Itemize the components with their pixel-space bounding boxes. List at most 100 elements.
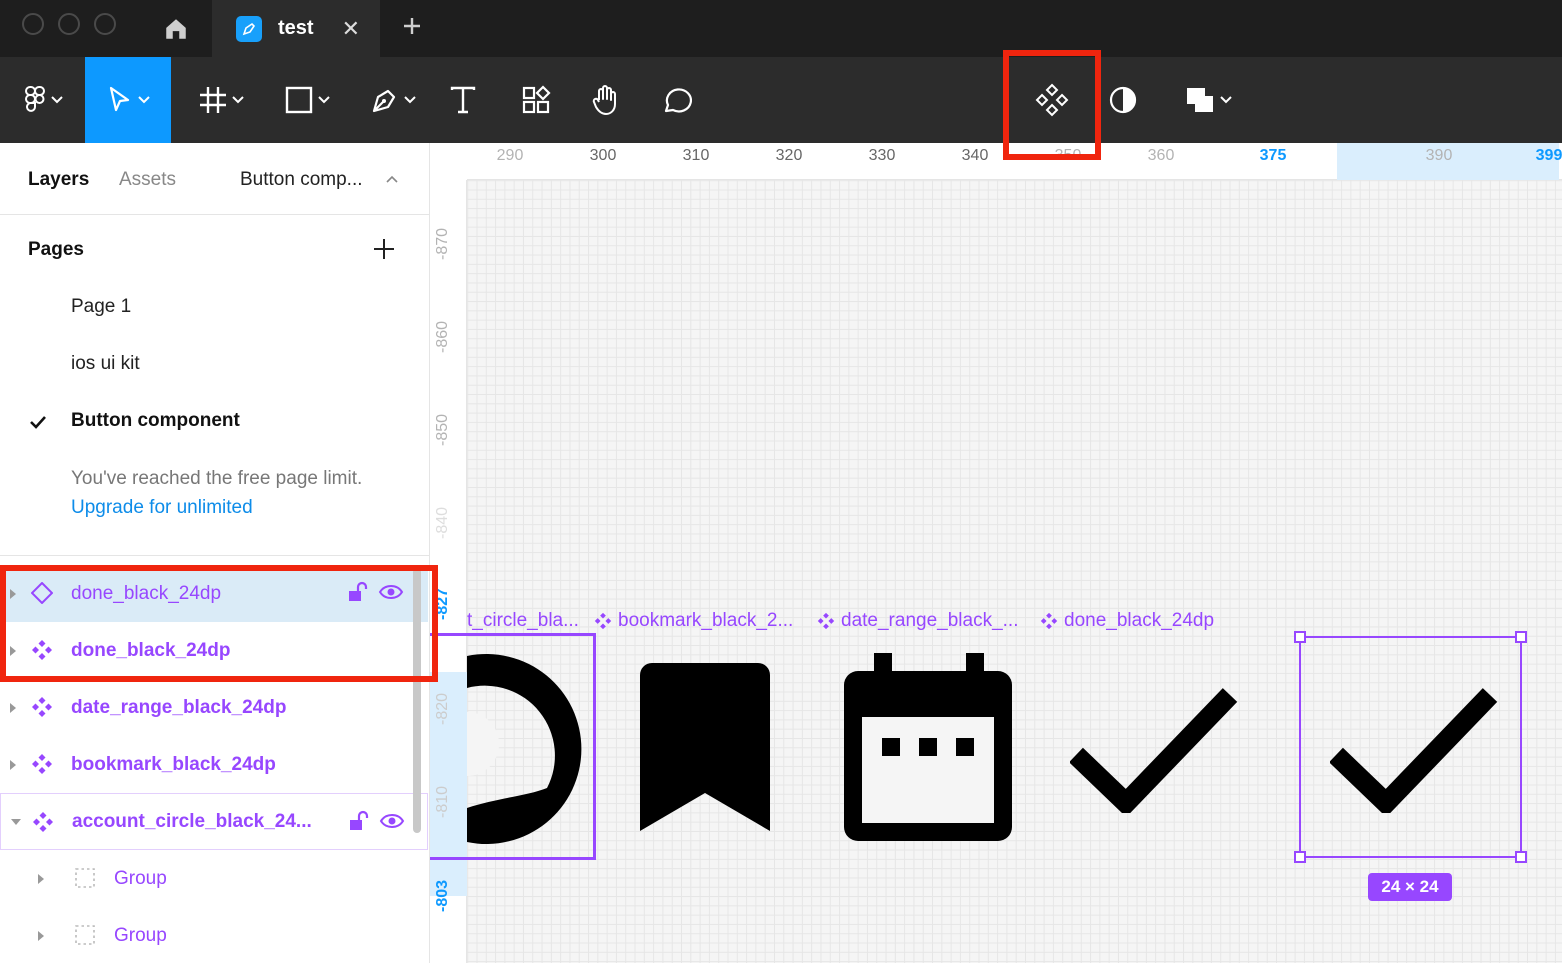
move-tool[interactable]: [85, 57, 171, 143]
annotation-highlight-create-component: [1003, 50, 1101, 160]
layer-row[interactable]: bookmark_black_24dp: [0, 736, 428, 793]
window-close-button[interactable]: [22, 13, 44, 35]
toolbar: [0, 57, 1562, 143]
bookmark-icon[interactable]: [640, 663, 770, 833]
hand-tool[interactable]: [582, 57, 630, 143]
window-zoom-button[interactable]: [94, 13, 116, 35]
caret-right-icon[interactable]: [38, 930, 44, 941]
component-icon: [32, 754, 52, 774]
page-selector[interactable]: Button comp...: [240, 169, 363, 191]
group-icon: [75, 925, 95, 945]
layer-row-group[interactable]: Group: [0, 850, 428, 907]
divider: [0, 555, 429, 556]
page-item-current[interactable]: Button component: [71, 410, 240, 432]
selection-box[interactable]: [1294, 631, 1527, 863]
account-circle-frame-outline: [430, 633, 596, 860]
chevron-down-icon: [404, 96, 416, 104]
chevron-down-icon: [232, 96, 244, 104]
ruler-tick: 340: [961, 147, 989, 164]
pen-tool[interactable]: [362, 57, 424, 143]
file-tab-name: test: [278, 17, 314, 39]
home-icon: [166, 18, 186, 39]
canvas[interactable]: 290 300 310 320 330 340 350 360 375 390 …: [430, 143, 1562, 963]
plus-icon: [404, 18, 420, 34]
selection-size-badge: 24 × 24: [1368, 873, 1452, 901]
hand-icon: [592, 85, 616, 115]
ruler-tick: 290: [496, 147, 524, 164]
page-item[interactable]: Page 1: [71, 296, 131, 318]
date-range-icon[interactable]: [844, 653, 1014, 843]
comment-tool[interactable]: [652, 57, 700, 143]
tab-layers[interactable]: Layers: [28, 169, 89, 191]
layer-row[interactable]: date_range_black_24dp: [0, 679, 428, 736]
ruler-tick: 310: [682, 147, 710, 164]
resize-handle[interactable]: [1515, 851, 1527, 863]
resize-handle[interactable]: [1294, 851, 1306, 863]
page-item[interactable]: ios ui kit: [71, 353, 140, 375]
ruler-tick: 360: [1147, 147, 1175, 164]
frame-label[interactable]: bookmark_black_2...: [594, 610, 793, 632]
new-tab-button[interactable]: [394, 8, 430, 44]
tab-assets[interactable]: Assets: [119, 169, 176, 191]
resources-tool[interactable]: [512, 57, 560, 143]
file-tab[interactable]: test ✕: [212, 0, 380, 57]
group-icon: [75, 868, 95, 888]
text-t-icon: [450, 86, 476, 114]
caret-right-icon[interactable]: [38, 873, 44, 884]
ruler-tick-selected: 375: [1259, 147, 1287, 164]
layer-row-hovered[interactable]: account_circle_black_24...: [0, 793, 428, 850]
close-tab-icon[interactable]: ✕: [342, 17, 360, 40]
eye-icon[interactable]: [379, 812, 405, 830]
frame-label-text: bookmark_black_2...: [618, 610, 794, 631]
text-tool[interactable]: [440, 57, 486, 143]
upgrade-link[interactable]: Upgrade for unlimited: [71, 497, 253, 519]
boolean-ops-button[interactable]: [1172, 57, 1244, 143]
frame-label-text: t_circle_bla...: [467, 610, 579, 631]
chevron-down-icon: [1220, 96, 1232, 104]
chevron-down-icon: [51, 96, 63, 104]
done-check-icon[interactable]: [1070, 683, 1240, 813]
checkmark-icon: [30, 416, 46, 429]
lock-open-icon[interactable]: [347, 810, 369, 832]
shape-tool[interactable]: [276, 57, 338, 143]
ruler-tick: -860: [434, 320, 451, 353]
frame-label[interactable]: t_circle_bla...: [467, 610, 579, 632]
layer-name: Group: [114, 867, 167, 889]
frame-tool[interactable]: [190, 57, 252, 143]
boolean-union-icon: [1187, 88, 1213, 112]
design-file-icon: [236, 15, 262, 42]
panel-tabs: Layers Assets Button comp...: [0, 143, 429, 215]
caret-down-icon[interactable]: [11, 818, 21, 825]
ruler-tick-selected: 399: [1535, 147, 1562, 164]
caret-right-icon[interactable]: [10, 759, 16, 770]
layers-panel: Layers Assets Button comp... Pages Page …: [0, 143, 430, 963]
layer-row-group[interactable]: Group: [0, 907, 428, 963]
frame-label[interactable]: date_range_black_...: [817, 610, 1018, 632]
ruler-corner: [430, 143, 467, 180]
frame-label[interactable]: done_black_24dp: [1040, 610, 1214, 632]
main-menu-button[interactable]: [10, 57, 76, 143]
component-icon: [817, 612, 835, 630]
layer-name: Group: [114, 924, 167, 946]
resize-handle[interactable]: [1294, 631, 1306, 643]
ruler-tick-selected: -803: [434, 879, 451, 912]
annotation-highlight-layers: [0, 565, 438, 682]
ruler-tick: -870: [434, 227, 451, 260]
frame-hash-icon: [200, 87, 226, 113]
chevron-up-icon[interactable]: [386, 175, 398, 183]
resize-handle[interactable]: [1515, 631, 1527, 643]
caret-right-icon[interactable]: [10, 702, 16, 713]
mask-button[interactable]: [1100, 57, 1146, 143]
layer-name: date_range_black_24dp: [71, 696, 287, 718]
add-page-icon[interactable]: [370, 235, 398, 263]
ruler-tick: 330: [868, 147, 896, 164]
window-minimize-button[interactable]: [58, 13, 80, 35]
frame-label-text: date_range_black_...: [841, 610, 1019, 631]
component-icon: [32, 697, 52, 717]
home-tab[interactable]: [140, 0, 212, 57]
ruler-tick: -840: [434, 506, 451, 539]
chevron-down-icon: [138, 96, 150, 104]
pen-icon: [372, 89, 396, 113]
comment-bubble-icon: [664, 88, 692, 113]
resources-icon: [522, 85, 551, 114]
